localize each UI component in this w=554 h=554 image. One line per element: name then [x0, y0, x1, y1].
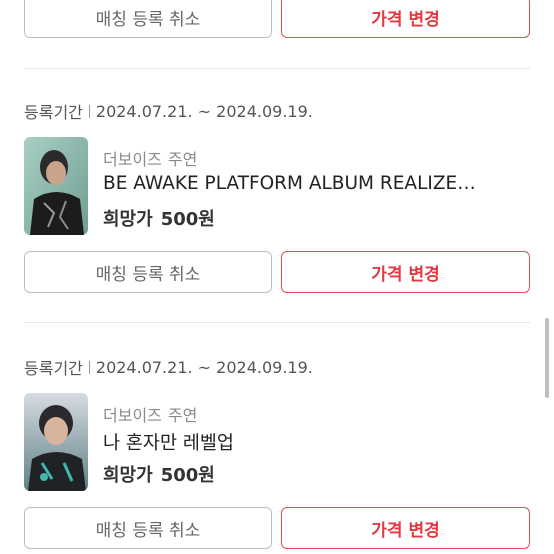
- separator: [88, 104, 90, 118]
- cancel-matching-button[interactable]: 매칭 등록 취소: [24, 507, 272, 549]
- period-dates: 2024.07.21. ~ 2024.09.19.: [95, 357, 313, 377]
- registration-period: 등록기간 2024.07.21. ~ 2024.09.19.: [24, 99, 313, 123]
- change-price-button[interactable]: 가격 변경: [281, 507, 530, 549]
- item-title[interactable]: 나 혼자만 레벨업: [103, 429, 527, 455]
- separator: [88, 360, 90, 374]
- artist-name: 더보이즈: [103, 150, 162, 169]
- photocard-thumbnail[interactable]: [24, 137, 88, 235]
- photocard-image: [24, 137, 88, 235]
- artist-role: 주연: [167, 150, 198, 169]
- change-price-button[interactable]: 가격 변경: [281, 251, 530, 293]
- period-dates: 2024.07.21. ~ 2024.09.19.: [95, 101, 313, 121]
- price-value: 500원: [160, 209, 215, 230]
- desired-price: 희망가 500원: [103, 461, 215, 487]
- desired-price: 희망가 500원: [103, 205, 215, 231]
- price-label: 희망가: [103, 465, 153, 486]
- cancel-matching-button[interactable]: 매칭 등록 취소: [24, 0, 272, 38]
- price-value: 500원: [160, 465, 215, 486]
- artist-line: 더보이즈 주연: [103, 146, 197, 170]
- period-label: 등록기간: [24, 359, 83, 378]
- registration-period: 등록기간 2024.07.21. ~ 2024.09.19.: [24, 355, 313, 379]
- cancel-matching-button[interactable]: 매칭 등록 취소: [24, 251, 272, 293]
- divider: [24, 68, 530, 69]
- photocard-image: [24, 393, 88, 491]
- item-title[interactable]: BE AWAKE PLATFORM ALBUM REALIZE…: [103, 173, 527, 194]
- scrollbar-thumb[interactable]: [545, 318, 549, 398]
- divider: [24, 322, 530, 323]
- artist-role: 주연: [167, 406, 198, 425]
- artist-name: 더보이즈: [103, 406, 162, 425]
- photocard-thumbnail[interactable]: [24, 393, 88, 491]
- change-price-button[interactable]: 가격 변경: [281, 0, 530, 38]
- period-label: 등록기간: [24, 103, 83, 122]
- price-label: 희망가: [103, 209, 153, 230]
- artist-line: 더보이즈 주연: [103, 402, 197, 426]
